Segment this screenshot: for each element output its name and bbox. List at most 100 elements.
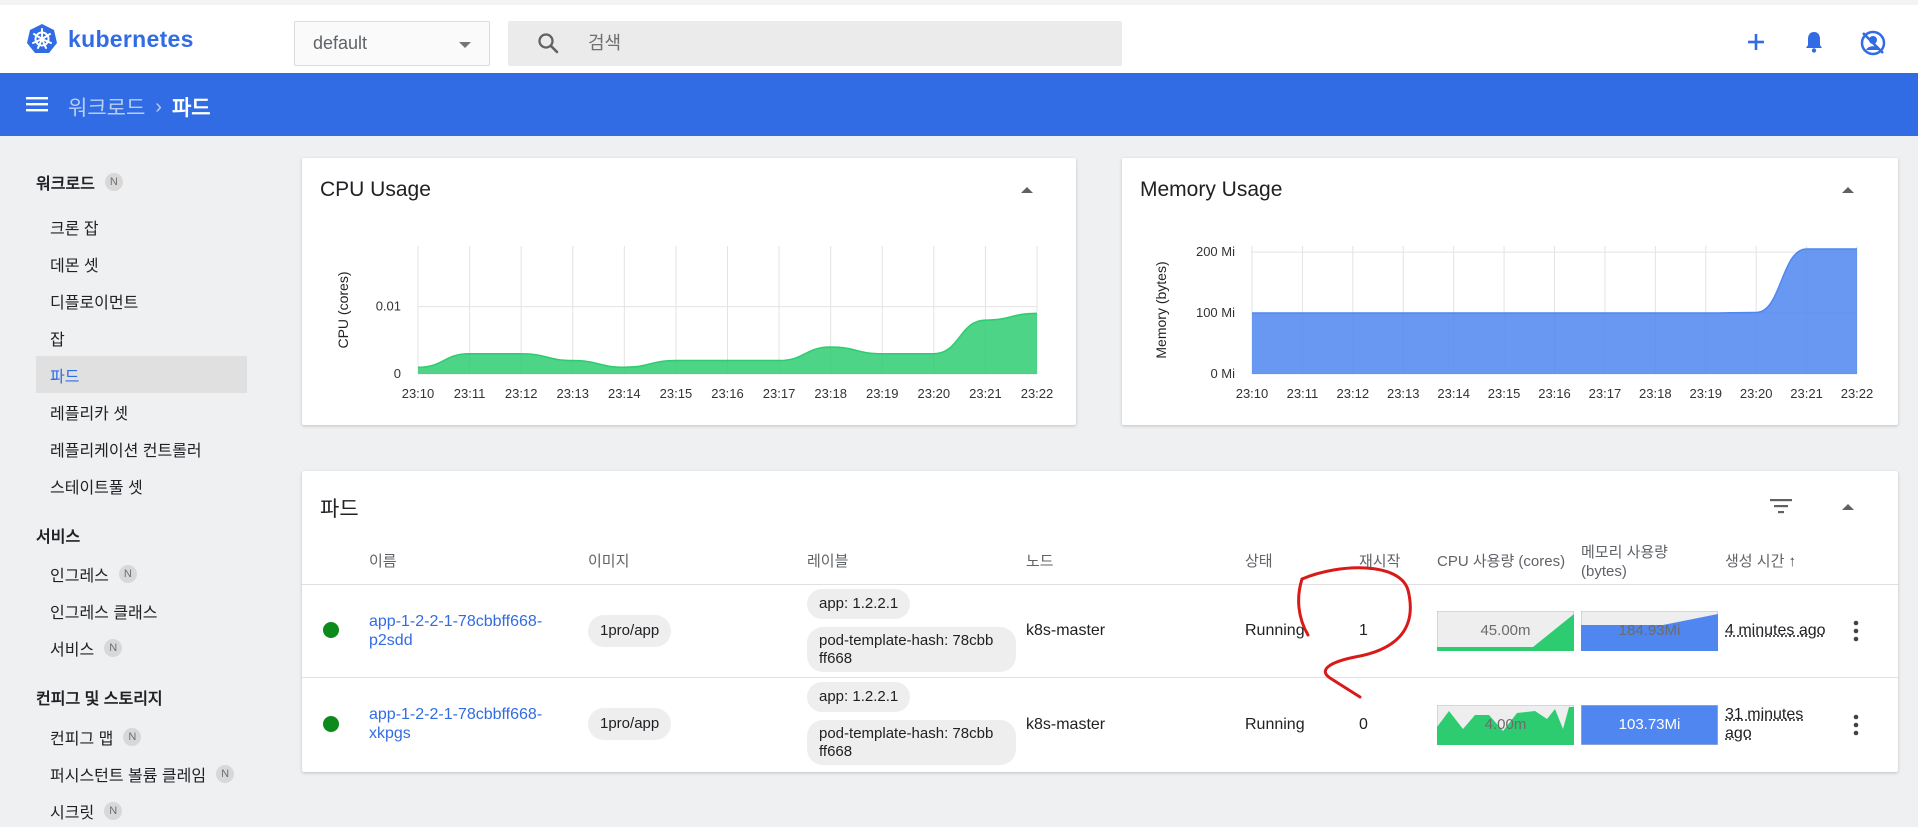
pod-name-link[interactable]: app-1-2-2-1-78cbbff668- p2sdd: [369, 612, 542, 650]
filter-icon[interactable]: [1770, 498, 1792, 514]
row-more-menu-icon[interactable]: [1853, 714, 1859, 736]
sidebar-item-cronjobs[interactable]: 크론 잡: [36, 208, 247, 245]
notifications-bell-icon[interactable]: [1804, 31, 1824, 53]
column-header-created[interactable]: 생성 시간 ↑: [1725, 552, 1796, 571]
sidebar-item-label: 인그레스: [50, 567, 109, 585]
x-tick-label: 23:14: [608, 386, 641, 401]
y-tick-label: 0: [394, 366, 401, 381]
sidebar-item-persistentvolumeclaims[interactable]: 퍼시스턴트 볼륨 클레임 N: [36, 755, 247, 792]
namespaced-badge: N: [104, 638, 123, 657]
created-age-line: ago: [1725, 725, 1752, 742]
sidebar-section-label: 컨피그 및 스토리지: [36, 691, 163, 708]
sidebar-item-ingressclasses[interactable]: 인그레스 클래스: [36, 592, 247, 629]
column-header-restarts: 재시작: [1359, 553, 1401, 570]
sidebar-item-secrets[interactable]: 시크릿 N: [36, 792, 247, 827]
label-chip-line: pod-template-hash: 78cbb: [819, 632, 994, 649]
label-chip: pod-template-hash: 78cbb ff668: [807, 720, 1016, 765]
sidebar-item-services[interactable]: 서비스 N: [36, 629, 247, 666]
column-header-status: 상태: [1245, 553, 1273, 570]
x-tick-label: 23:15: [660, 386, 693, 401]
menu-hamburger-icon[interactable]: [26, 95, 48, 113]
sidebar-item-label: 퍼시스턴트 볼륨 클레임: [50, 767, 207, 785]
table-divider: [302, 584, 1898, 585]
cpu-value: 4.00m: [1484, 716, 1527, 733]
namespaced-badge: N: [104, 173, 123, 191]
sidebar: 워크로드 N 크론 잡 데몬 셋 디플로이먼트 잡 파드 레플리카 셋 레플리케…: [0, 136, 280, 827]
sidebar-item-replicationcontrollers[interactable]: 레플리케이션 컨트롤러: [36, 430, 247, 467]
sidebar-item-replicasets[interactable]: 레플리카 셋: [36, 393, 247, 430]
sidebar-item-statefulsets[interactable]: 스테이트풀 셋: [36, 467, 247, 504]
column-header-node: 노드: [1026, 553, 1054, 570]
memory-sparkline: 103.73Mi: [1580, 704, 1719, 746]
label-chip: pod-template-hash: 78cbb ff668: [807, 627, 1016, 672]
node-name: k8s-master: [1026, 716, 1106, 733]
namespaced-badge: N: [123, 727, 142, 746]
collapse-caret-icon[interactable]: [1842, 504, 1854, 510]
status-running-dot: [323, 716, 339, 732]
sidebar-item-pods[interactable]: 파드: [36, 356, 247, 393]
x-tick-label: 23:18: [814, 386, 847, 401]
cpu-usage-chart: 0 0.01 23:10 23:11 23:12 23:13 23:14 23:15 23:16…: [335, 246, 1053, 401]
namespace-value: default: [313, 33, 368, 53]
row-more-menu-icon[interactable]: [1853, 620, 1859, 642]
created-age-line: 4 minutes ago: [1725, 622, 1826, 639]
memory-value: 103.73Mi: [1618, 716, 1681, 733]
sidebar-item-label: 레플리케이션 컨트롤러: [50, 442, 202, 460]
x-tick-label: 23:19: [866, 386, 899, 401]
memory-usage-card: Memory Usage 0 Mi 100 Mi 200 Mi 23:10 23:11 2…: [1122, 158, 1898, 425]
restart-count: 1: [1359, 622, 1368, 639]
namespaced-badge: N: [118, 564, 137, 583]
user-logged-out-icon[interactable]: [1860, 30, 1886, 56]
pod-name-line: app-1-2-2-1-78cbbff668-: [369, 706, 543, 723]
column-header-labels: 레이블: [807, 553, 849, 570]
search-bar: [508, 21, 1122, 66]
search-input[interactable]: [588, 21, 1088, 66]
x-tick-label: 23:20: [1740, 386, 1773, 401]
create-plus-icon[interactable]: [1746, 32, 1766, 52]
sidebar-item-label: 잡: [50, 331, 65, 349]
x-tick-label: 23:11: [1287, 386, 1319, 401]
sidebar-item-label: 서비스: [50, 641, 95, 659]
x-tick-label: 23:12: [505, 386, 538, 401]
image-chip: 1pro/app: [588, 615, 672, 647]
column-header-memory: 메모리 사용량 (bytes): [1581, 544, 1668, 580]
logo[interactable]: kubernetes: [26, 23, 194, 55]
x-tick-label: 23:21: [1790, 386, 1823, 401]
top-bar: kubernetes default: [0, 0, 1918, 73]
breadcrumb-workloads[interactable]: 워크로드: [68, 92, 145, 122]
x-tick-label: 23:15: [1488, 386, 1521, 401]
breadcrumb: 워크로드 › 파드: [68, 92, 211, 122]
created-age[interactable]: 31 minutes ago: [1725, 705, 1803, 743]
x-tick-label: 23:17: [1589, 386, 1622, 401]
x-tick-label: 23:16: [711, 386, 744, 401]
sidebar-section-config-storage[interactable]: 컨피그 및 스토리지: [36, 685, 163, 709]
sidebar-section-label: 서비스: [36, 529, 81, 546]
dropdown-arrow-icon: [459, 42, 471, 48]
x-tick-label: 23:13: [556, 386, 589, 401]
cpu-sparkline: 45.00m: [1436, 610, 1575, 652]
sidebar-item-ingresses[interactable]: 인그레스 N: [36, 555, 247, 592]
namespaced-badge: N: [216, 764, 235, 783]
created-age[interactable]: 4 minutes ago: [1725, 621, 1826, 640]
memory-sparkline: 184.93Mi: [1580, 610, 1719, 652]
pod-status: Running: [1245, 716, 1305, 733]
sidebar-item-daemonsets[interactable]: 데몬 셋: [36, 245, 247, 282]
x-tick-label: 23:10: [402, 386, 435, 401]
sidebar-section-label: 워크로드: [36, 176, 95, 193]
sidebar-item-configmaps[interactable]: 컨피그 맵 N: [36, 718, 247, 755]
namespace-select[interactable]: default: [294, 21, 490, 66]
pod-name-line: xkpgs: [369, 725, 411, 742]
y-tick-label: 200 Mi: [1196, 244, 1235, 259]
y-axis-label: Memory (bytes): [1153, 261, 1169, 358]
cpu-value: 45.00m: [1480, 622, 1531, 639]
x-tick-label: 23:22: [1841, 386, 1874, 401]
label-chip-line: pod-template-hash: 78cbb: [819, 725, 994, 742]
column-header-name[interactable]: 이름: [369, 552, 397, 571]
sidebar-section-workloads[interactable]: 워크로드 N: [36, 170, 123, 194]
pod-name-link[interactable]: app-1-2-2-1-78cbbff668- xkpgs: [369, 705, 542, 743]
x-tick-label: 23:20: [918, 386, 951, 401]
sidebar-item-deployments[interactable]: 디플로이먼트: [36, 282, 247, 319]
sidebar-item-jobs[interactable]: 잡: [36, 319, 247, 356]
sidebar-section-services[interactable]: 서비스: [36, 523, 80, 547]
pods-card-title: 파드: [320, 498, 359, 521]
